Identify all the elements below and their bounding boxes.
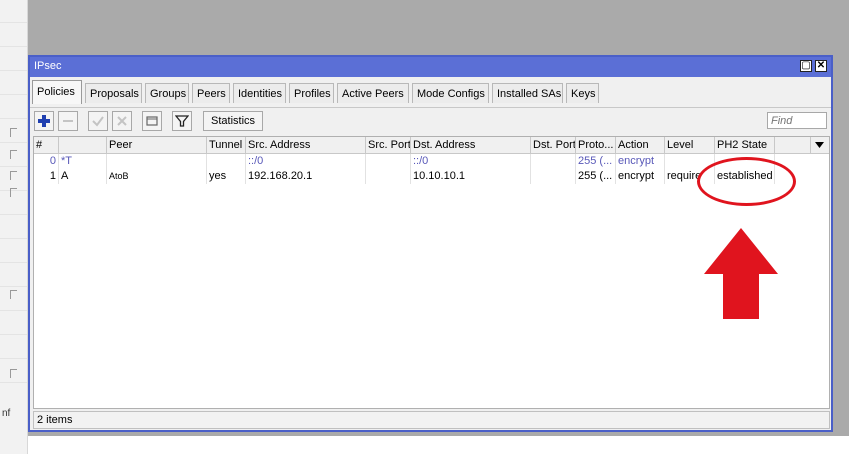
check-icon bbox=[92, 116, 104, 127]
comment-button[interactable] bbox=[142, 111, 162, 131]
toolbar: Statistics bbox=[30, 107, 831, 136]
filter-button[interactable] bbox=[172, 111, 192, 131]
tab-groups[interactable]: Groups bbox=[145, 83, 189, 103]
x-icon bbox=[117, 116, 127, 126]
desktop-bottom bbox=[28, 436, 849, 454]
column-menu-button[interactable] bbox=[809, 137, 829, 153]
col-ph2-state[interactable]: PH2 State bbox=[715, 137, 775, 153]
col-dst-port[interactable]: Dst. Port bbox=[531, 137, 576, 153]
enable-button[interactable] bbox=[88, 111, 108, 131]
close-button[interactable]: ✕ bbox=[815, 60, 827, 72]
tab-active-peers[interactable]: Active Peers bbox=[337, 83, 409, 103]
tab-proposals[interactable]: Proposals bbox=[85, 83, 142, 103]
statistics-button[interactable]: Statistics bbox=[203, 111, 264, 131]
minus-icon bbox=[63, 120, 73, 122]
tab-identities[interactable]: Identities bbox=[233, 83, 286, 103]
col-dst-address[interactable]: Dst. Address bbox=[411, 137, 531, 153]
col-num[interactable]: # bbox=[34, 137, 59, 153]
window-title: IPsec bbox=[34, 60, 62, 72]
tab-policies[interactable]: Policies bbox=[32, 80, 82, 104]
col-protocol[interactable]: Proto... bbox=[576, 137, 616, 153]
tab-mode-configs[interactable]: Mode Configs bbox=[412, 83, 489, 103]
table-header: # Peer Tunnel Src. Address Src. Port Dst… bbox=[34, 137, 829, 154]
col-action[interactable]: Action bbox=[616, 137, 665, 153]
disable-button[interactable] bbox=[112, 111, 132, 131]
highlight-circle bbox=[697, 157, 796, 206]
find-input[interactable] bbox=[767, 112, 827, 129]
tab-profiles[interactable]: Profiles bbox=[289, 83, 334, 103]
remove-button[interactable] bbox=[58, 111, 78, 131]
tab-peers[interactable]: Peers bbox=[192, 83, 230, 103]
col-flags[interactable] bbox=[59, 137, 107, 153]
col-src-port[interactable]: Src. Port bbox=[366, 137, 411, 153]
add-button[interactable] bbox=[34, 111, 54, 131]
col-peer[interactable]: Peer bbox=[107, 137, 207, 153]
status-bar: 2 items bbox=[33, 411, 830, 429]
tab-installed-sas[interactable]: Installed SAs bbox=[492, 83, 563, 103]
chevron-down-icon bbox=[814, 142, 824, 148]
col-src-address[interactable]: Src. Address bbox=[246, 137, 366, 153]
background-sidebar: nf bbox=[0, 0, 28, 454]
window-title-bar[interactable]: IPsec ▢ ✕ bbox=[30, 57, 831, 77]
col-spacer bbox=[775, 137, 811, 153]
col-tunnel[interactable]: Tunnel bbox=[207, 137, 246, 153]
plus-icon bbox=[38, 115, 50, 127]
comment-icon bbox=[146, 116, 158, 126]
filter-icon bbox=[174, 115, 190, 127]
sidebar-fragment-text: nf bbox=[2, 408, 11, 419]
arrow-annotation bbox=[704, 228, 778, 319]
tab-keys[interactable]: Keys bbox=[566, 83, 599, 103]
col-level[interactable]: Level bbox=[665, 137, 715, 153]
restore-button[interactable]: ▢ bbox=[800, 60, 812, 72]
